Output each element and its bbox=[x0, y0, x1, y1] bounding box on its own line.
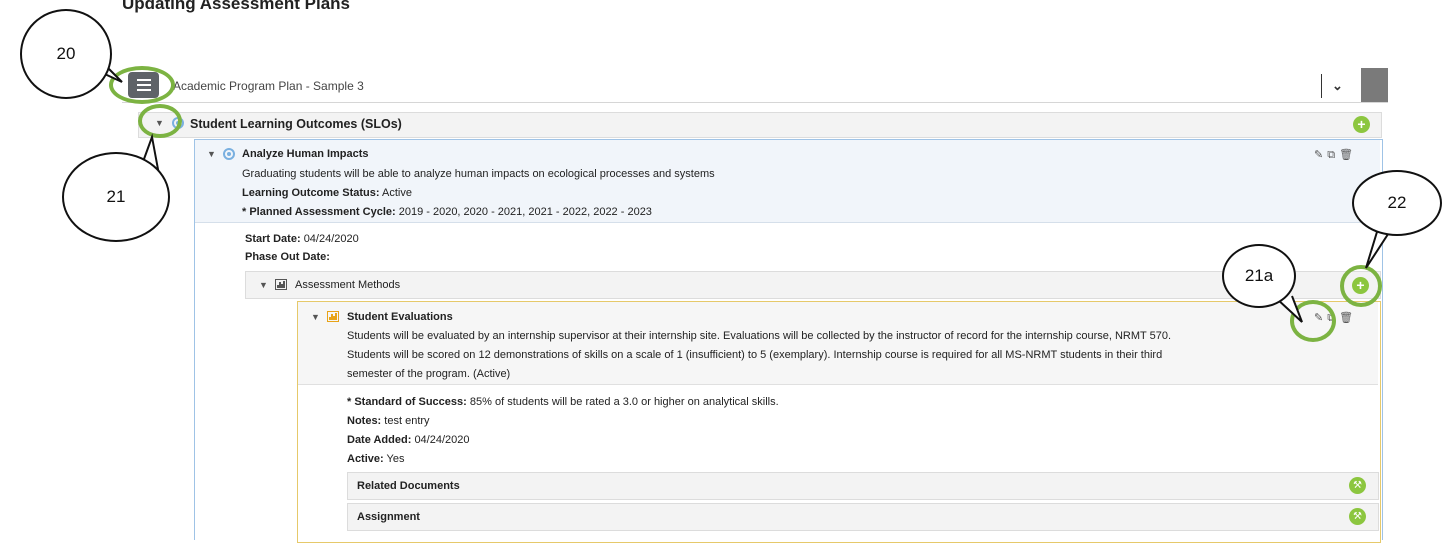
callout-20: 20 bbox=[20, 9, 112, 99]
callout-21a: 21a bbox=[1222, 244, 1296, 308]
callout-22: 22 bbox=[1352, 170, 1442, 236]
callout-21: 21 bbox=[62, 152, 170, 242]
